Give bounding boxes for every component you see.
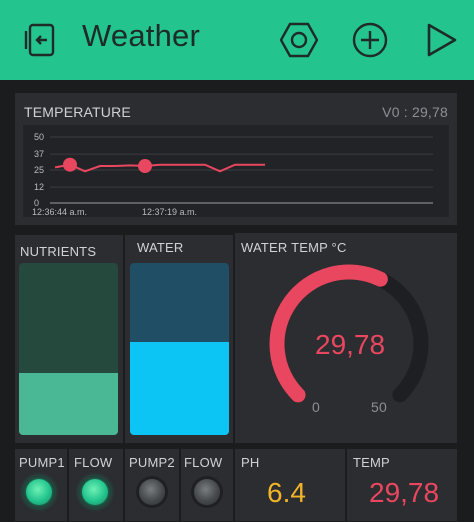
ph-value-widget: PH 6.4 [234, 448, 346, 522]
water-level-bar [130, 263, 229, 435]
back-icon[interactable] [22, 20, 62, 60]
water-level-widget: WATER [124, 234, 234, 444]
pump1-label: PUMP1 [19, 455, 65, 470]
flow1-led [82, 479, 108, 505]
chart-y-tick-label: 50 [34, 132, 44, 142]
nutrients-level-fill [19, 373, 118, 435]
chart-y-tick-label: 25 [34, 165, 44, 175]
chart-current-value: V0 : 29,78 [382, 104, 448, 120]
water-label: WATER [137, 240, 184, 255]
flow2-led [194, 479, 220, 505]
flow1-led-widget: FLOW [68, 448, 124, 522]
top-app-bar: Weather [0, 0, 474, 80]
pump1-led-widget: PUMP1 [14, 448, 68, 522]
pump2-label: PUMP2 [129, 455, 175, 470]
chart-x-tick-label: 12:37:19 a.m. [142, 207, 197, 217]
chart-title: TEMPERATURE [24, 104, 131, 120]
pump2-led-widget: PUMP2 [124, 448, 180, 522]
pump2-led [139, 479, 165, 505]
temp-label: TEMP [353, 455, 390, 470]
nutrients-label: NUTRIENTS [20, 244, 97, 259]
temp-value: 29,78 [369, 477, 440, 508]
ph-label: PH [241, 455, 260, 470]
water-level-fill [130, 342, 229, 435]
temperature-chart-widget[interactable]: TEMPERATURE V0 : 29,78 50 37 25 12 0 12:36:44… [14, 92, 458, 226]
chart-data-point [63, 157, 77, 172]
flow2-led-widget: FLOW [180, 448, 234, 522]
nutrients-level-widget: NUTRIENTS [14, 234, 124, 444]
play-icon[interactable] [424, 22, 458, 58]
temperature-line-chart: 50372512012:36:44 a.m. 12:37:19 a.m. [23, 125, 449, 217]
chart-data-point [138, 159, 152, 174]
water-temp-gauge-widget: WATER TEMP °C 29,78 0 50 [234, 232, 458, 444]
ph-value: 6.4 [267, 477, 306, 508]
temp-value-widget: TEMP 29,78 [346, 448, 458, 522]
gauge-max-label: 50 [371, 399, 387, 415]
water-temp-value: 29,78 [315, 329, 386, 360]
chart-y-tick-label: 37 [34, 149, 44, 159]
chart-y-tick-label: 12 [34, 182, 44, 192]
chart-x-tick-label: 12:36:44 a.m. [32, 207, 87, 217]
project-title: Weather [82, 18, 200, 53]
nutrients-level-bar [19, 263, 118, 435]
gauge-min-label: 0 [312, 399, 320, 415]
flow2-label: FLOW [184, 455, 223, 470]
pump1-led [26, 479, 52, 505]
flow1-label: FLOW [74, 455, 113, 470]
plus-icon[interactable] [352, 22, 388, 58]
hexagon-settings-icon[interactable] [280, 22, 318, 58]
